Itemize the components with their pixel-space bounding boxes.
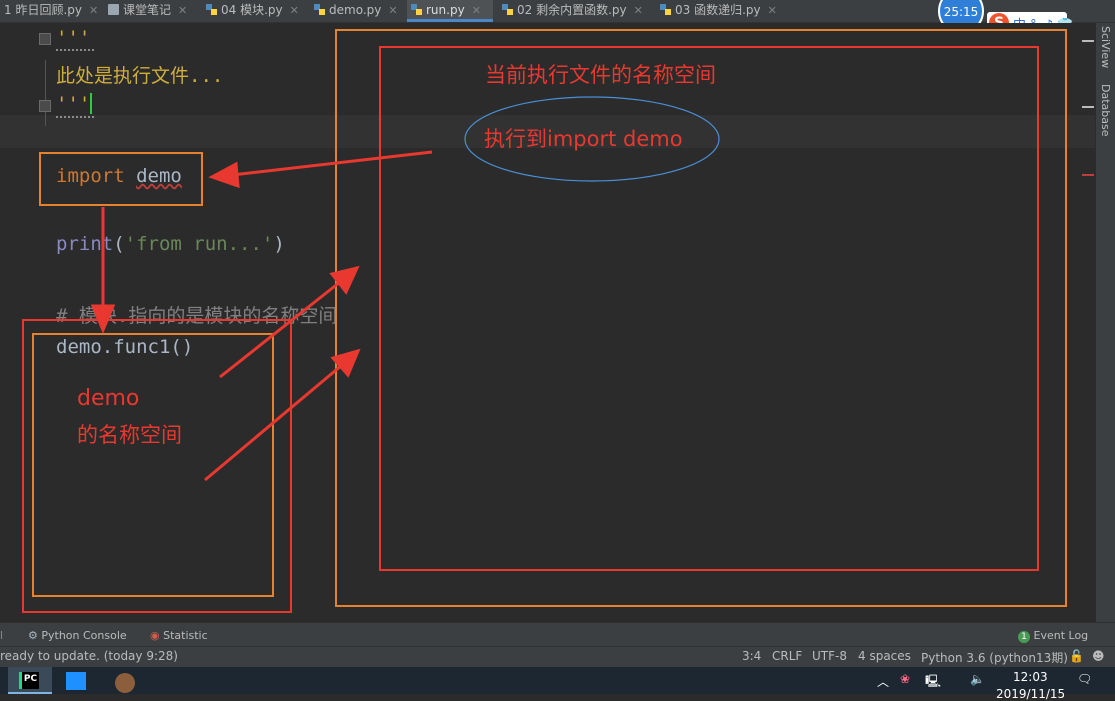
python-console-button[interactable]: ⚙ Python Console xyxy=(28,629,127,642)
annotation-overlay xyxy=(22,29,1067,613)
tool-window-cut-label: l xyxy=(0,629,4,642)
network-icon[interactable]: 🖳 xyxy=(925,672,941,693)
annotation-demo: demo xyxy=(77,386,140,411)
python-interpreter[interactable]: Python 3.6 (python13期) xyxy=(921,649,1068,666)
import-highlight-box xyxy=(39,152,203,206)
indent-setting[interactable]: 4 spaces xyxy=(858,649,911,663)
event-log-label: Event Log xyxy=(1033,629,1089,642)
arrow-up-1 xyxy=(219,280,341,379)
demo-namespace-box xyxy=(22,319,292,613)
notification-icon[interactable]: 🗨 xyxy=(1077,672,1092,686)
arrowhead xyxy=(90,304,116,334)
current-namespace-box xyxy=(379,46,1039,571)
demo-inner-box xyxy=(32,333,274,597)
event-log-count-badge: 1 xyxy=(1018,631,1030,643)
windows-taskbar: PC ︿ ❀ 🖳 🔈 12:03 2019/11/15 🗨 xyxy=(0,667,1115,701)
status-bar: ready to update. (today 9:28) 3:4 CRLF U… xyxy=(0,646,1115,667)
arrowhead xyxy=(208,161,240,189)
taskbar-date[interactable]: 2019/11/15 xyxy=(996,687,1065,701)
statistic-button[interactable]: ◉ Statistic xyxy=(150,629,208,642)
app-taskbar-icon[interactable] xyxy=(66,672,86,690)
pycharm-logo-icon: PC xyxy=(19,672,39,689)
taskbar-clock[interactable]: 12:03 xyxy=(1013,670,1048,684)
caret-position[interactable]: 3:4 xyxy=(742,649,761,663)
line-separator[interactable]: CRLF xyxy=(772,649,802,663)
statistic-label: Statistic xyxy=(163,629,208,642)
python-console-label: Python Console xyxy=(41,629,127,642)
user-taskbar-icon[interactable] xyxy=(115,673,135,693)
lock-icon[interactable]: 🔓 xyxy=(1069,649,1084,663)
annotation-executing-import: 执行到import demo xyxy=(484,127,683,151)
statistic-icon: ◉ xyxy=(150,629,160,642)
tray-expand-icon[interactable]: ︿ xyxy=(877,673,889,690)
volume-icon[interactable]: 🔈 xyxy=(970,672,985,686)
file-encoding[interactable]: UTF-8 xyxy=(812,649,847,663)
status-message[interactable]: ready to update. (today 9:28) xyxy=(0,649,178,663)
arrow-to-import xyxy=(231,150,433,177)
namespace-outer-box xyxy=(335,29,1067,607)
annotation-current-namespace: 当前执行文件的名称空间 xyxy=(485,63,716,87)
pycharm-taskbar-icon[interactable]: PC xyxy=(8,667,52,694)
annotation-demo-namespace: 的名称空间 xyxy=(77,423,182,447)
inspector-icon[interactable]: ☻ xyxy=(1092,649,1105,663)
event-log-button[interactable]: 1 Event Log xyxy=(1018,629,1088,643)
python-console-icon: ⚙ xyxy=(28,629,38,642)
tray-app-icon[interactable]: ❀ xyxy=(900,672,910,686)
tool-window-bar: l ⚙ Python Console ◉ Statistic 1 Event L… xyxy=(0,622,1115,647)
